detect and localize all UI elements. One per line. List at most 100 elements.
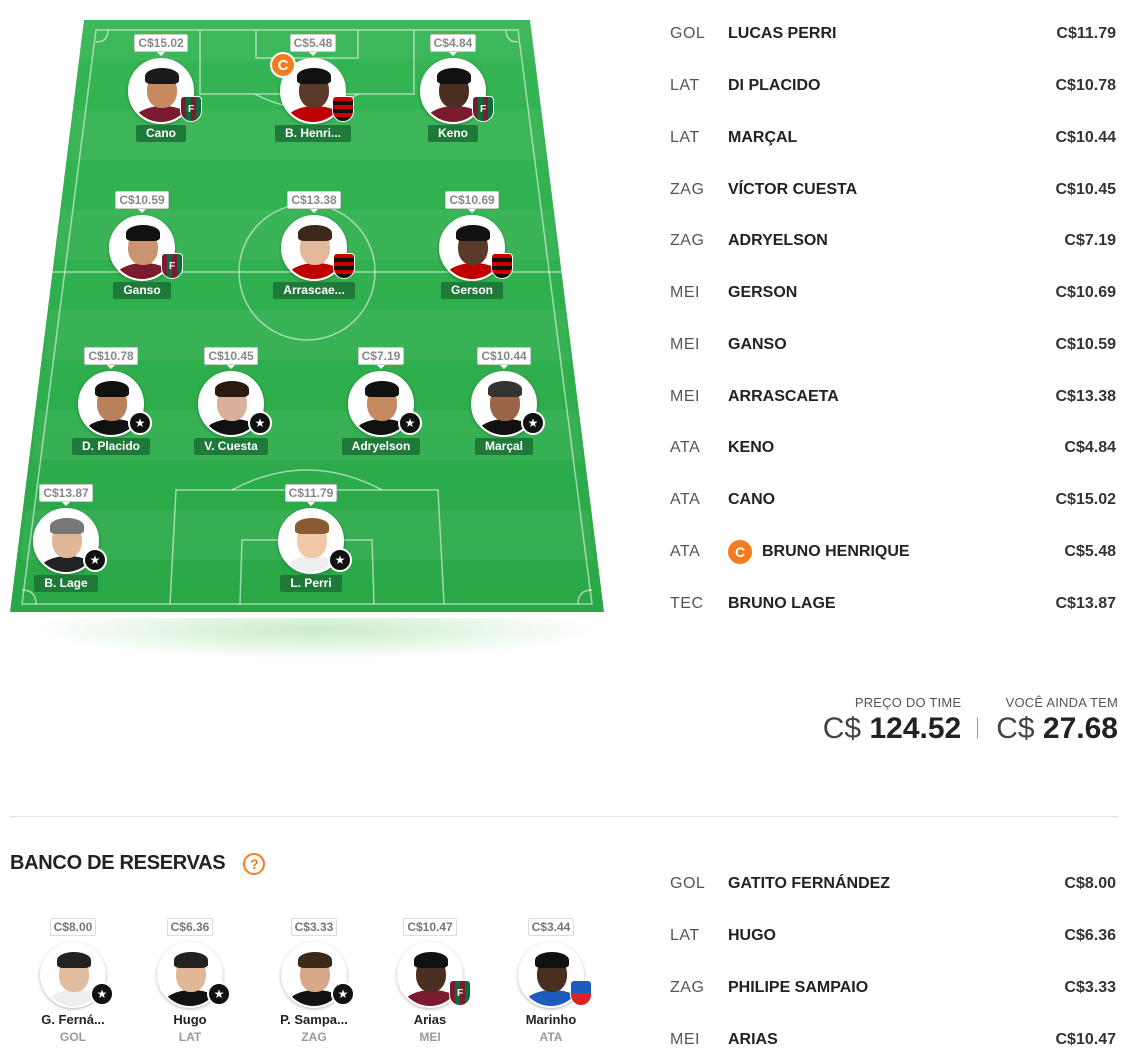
bench-row[interactable]: LAT HUGO C$6.36 xyxy=(670,916,1120,956)
help-icon[interactable]: ? xyxy=(243,852,266,875)
player-name: P. Sampa... xyxy=(280,1012,348,1027)
remaining-budget: VOCÊ AINDA TEM C$ 27.68 xyxy=(996,695,1118,746)
player-photo: F xyxy=(109,215,183,281)
lineup-row[interactable]: ATA C BRUNO HENRIQUE C$5.48 xyxy=(670,532,1120,572)
player-name: GANSO xyxy=(728,336,787,353)
lineup-row[interactable]: ZAG VÍCTOR CUESTA C$10.45 xyxy=(670,170,1120,210)
player-name: ARRASCAETA xyxy=(728,388,839,405)
player-photo: ★ xyxy=(78,371,152,437)
position-label: MEI xyxy=(670,284,700,301)
player-card-di-placido[interactable]: C$10.78 ★ D. Placido xyxy=(56,347,166,455)
player-name: BRUNO LAGE xyxy=(728,595,836,612)
player-card-lucas-perri[interactable]: C$11.79 ★ L. Perri xyxy=(256,484,366,592)
player-price: C$3.33 xyxy=(290,918,338,940)
lineup-row[interactable]: ATA KENO C$4.84 xyxy=(670,428,1120,468)
player-price: C$13.38 xyxy=(1055,388,1117,405)
remaining-value: C$ 27.68 xyxy=(996,712,1118,745)
player-price: C$10.78 xyxy=(1055,77,1117,94)
lineup-row[interactable]: MEI ARRASCAETA C$13.38 xyxy=(670,377,1120,417)
bench-row[interactable]: MEI ARIAS C$10.47 xyxy=(670,1020,1120,1058)
bench-card-marinho[interactable]: C$3.44 Marinho ATA xyxy=(496,918,606,1044)
lineup-field: C$15.02 F Cano C$5.48 C B. Henri... C$4.… xyxy=(0,0,640,665)
player-name: Adryelson xyxy=(341,438,421,455)
player-name: B. Lage xyxy=(34,575,98,592)
lineup-row[interactable]: ZAG ADRYELSON C$7.19 xyxy=(670,221,1120,261)
player-name: ARIAS xyxy=(728,1031,778,1048)
player-name: VÍCTOR CUESTA xyxy=(728,181,858,198)
position-label: MEI xyxy=(670,388,700,405)
player-price: C$10.69 xyxy=(1055,284,1117,301)
lineup-row[interactable]: LAT DI PLACIDO C$10.78 xyxy=(670,66,1120,106)
player-card-ganso[interactable]: C$10.59 F Ganso xyxy=(87,191,197,299)
bench-card-gatito-fernandez[interactable]: C$8.00 ★ G. Ferná... GOL xyxy=(18,918,128,1044)
player-price: C$4.84 xyxy=(1064,439,1116,456)
bench-card-hugo[interactable]: C$6.36 ★ Hugo LAT xyxy=(135,918,245,1044)
fluminense-crest-icon: F xyxy=(180,96,202,122)
lineup-row[interactable]: GOL LUCAS PERRI C$11.79 xyxy=(670,14,1120,54)
player-photo: ★ xyxy=(33,508,107,574)
player-name: MARÇAL xyxy=(728,129,798,146)
bench-card-philipe-sampaio[interactable]: C$3.33 ★ P. Sampa... ZAG xyxy=(259,918,369,1044)
player-price: C$10.44 xyxy=(477,347,531,369)
position-label: LAT xyxy=(670,77,700,94)
player-price: C$13.87 xyxy=(1055,595,1117,612)
position-label: GOL xyxy=(670,25,706,42)
player-photo: ★ xyxy=(40,942,114,1008)
player-card-bruno-lage[interactable]: C$13.87 ★ B. Lage xyxy=(11,484,121,592)
bench-row[interactable]: ZAG PHILIPE SAMPAIO C$3.33 xyxy=(670,968,1120,1008)
bench-card-arias[interactable]: C$10.47 F Arias MEI xyxy=(375,918,485,1044)
player-card-gerson[interactable]: C$10.69 Gerson xyxy=(417,191,527,299)
player-name: Keno xyxy=(428,125,478,142)
player-photo: F xyxy=(420,58,494,124)
lineup-row[interactable]: MEI GERSON C$10.69 xyxy=(670,273,1120,313)
lineup-row[interactable]: TEC BRUNO LAGE C$13.87 xyxy=(670,584,1120,624)
player-photo: ★ xyxy=(281,942,355,1008)
position-label: LAT xyxy=(178,1030,202,1044)
player-photo: ★ xyxy=(471,371,545,437)
player-price: C$10.45 xyxy=(204,347,258,369)
bench-row[interactable]: GOL GATITO FERNÁNDEZ C$8.00 xyxy=(670,864,1120,904)
player-card-bruno-henrique[interactable]: C$5.48 C B. Henri... xyxy=(258,34,368,142)
player-card-cano[interactable]: C$15.02 F Cano xyxy=(106,34,216,142)
team-price-label: PREÇO DO TIME xyxy=(854,695,962,710)
player-price: C$11.79 xyxy=(284,484,338,506)
player-price: C$10.59 xyxy=(1055,336,1117,353)
player-name: Marinho xyxy=(525,1012,577,1027)
player-name: B. Henri... xyxy=(274,125,351,142)
bench-title: BANCO DE RESERVAS xyxy=(10,852,226,874)
player-photo xyxy=(518,942,592,1008)
player-price: C$8.00 xyxy=(1064,875,1116,892)
position-label: ZAG xyxy=(670,979,705,996)
player-price: C$15.02 xyxy=(134,34,188,56)
position-label: ZAG xyxy=(301,1030,327,1044)
player-name: D. Placido xyxy=(71,438,150,455)
botafogo-star-icon: ★ xyxy=(521,411,545,435)
player-price: C$15.02 xyxy=(1055,491,1117,508)
flamengo-crest-icon xyxy=(332,96,354,122)
fluminense-crest-icon: F xyxy=(161,253,183,279)
botafogo-star-icon: ★ xyxy=(398,411,422,435)
position-label: MEI xyxy=(670,336,700,353)
bench-header: BANCO DE RESERVAS ? xyxy=(10,852,266,875)
player-card-keno[interactable]: C$4.84 F Keno xyxy=(398,34,508,142)
botafogo-star-icon: ★ xyxy=(328,548,352,572)
player-card-marcal[interactable]: C$10.44 ★ Marçal xyxy=(449,347,559,455)
player-card-victor-cuesta[interactable]: C$10.45 ★ V. Cuesta xyxy=(176,347,286,455)
budget-summary: PREÇO DO TIME C$ 124.52 VOCÊ AINDA TEM C… xyxy=(823,695,1118,746)
lineup-row[interactable]: ATA CANO C$15.02 xyxy=(670,480,1120,520)
player-card-arrascaeta[interactable]: C$13.38 Arrascae... xyxy=(259,191,369,299)
player-price: C$7.19 xyxy=(1064,232,1116,249)
lineup-row[interactable]: LAT MARÇAL C$10.44 xyxy=(670,118,1120,158)
player-card-adryelson[interactable]: C$7.19 ★ Adryelson xyxy=(326,347,436,455)
botafogo-star-icon: ★ xyxy=(90,982,114,1006)
player-photo: F xyxy=(397,942,471,1008)
botafogo-star-icon: ★ xyxy=(83,548,107,572)
player-name: CANO xyxy=(728,491,776,508)
botafogo-star-icon: ★ xyxy=(248,411,272,435)
player-price: C$10.47 xyxy=(403,918,457,940)
position-label: GOL xyxy=(60,1030,86,1044)
botafogo-star-icon: ★ xyxy=(207,982,231,1006)
position-label: MEI xyxy=(419,1030,441,1044)
lineup-row[interactable]: MEI GANSO C$10.59 xyxy=(670,325,1120,365)
player-price: C$13.38 xyxy=(287,191,341,213)
